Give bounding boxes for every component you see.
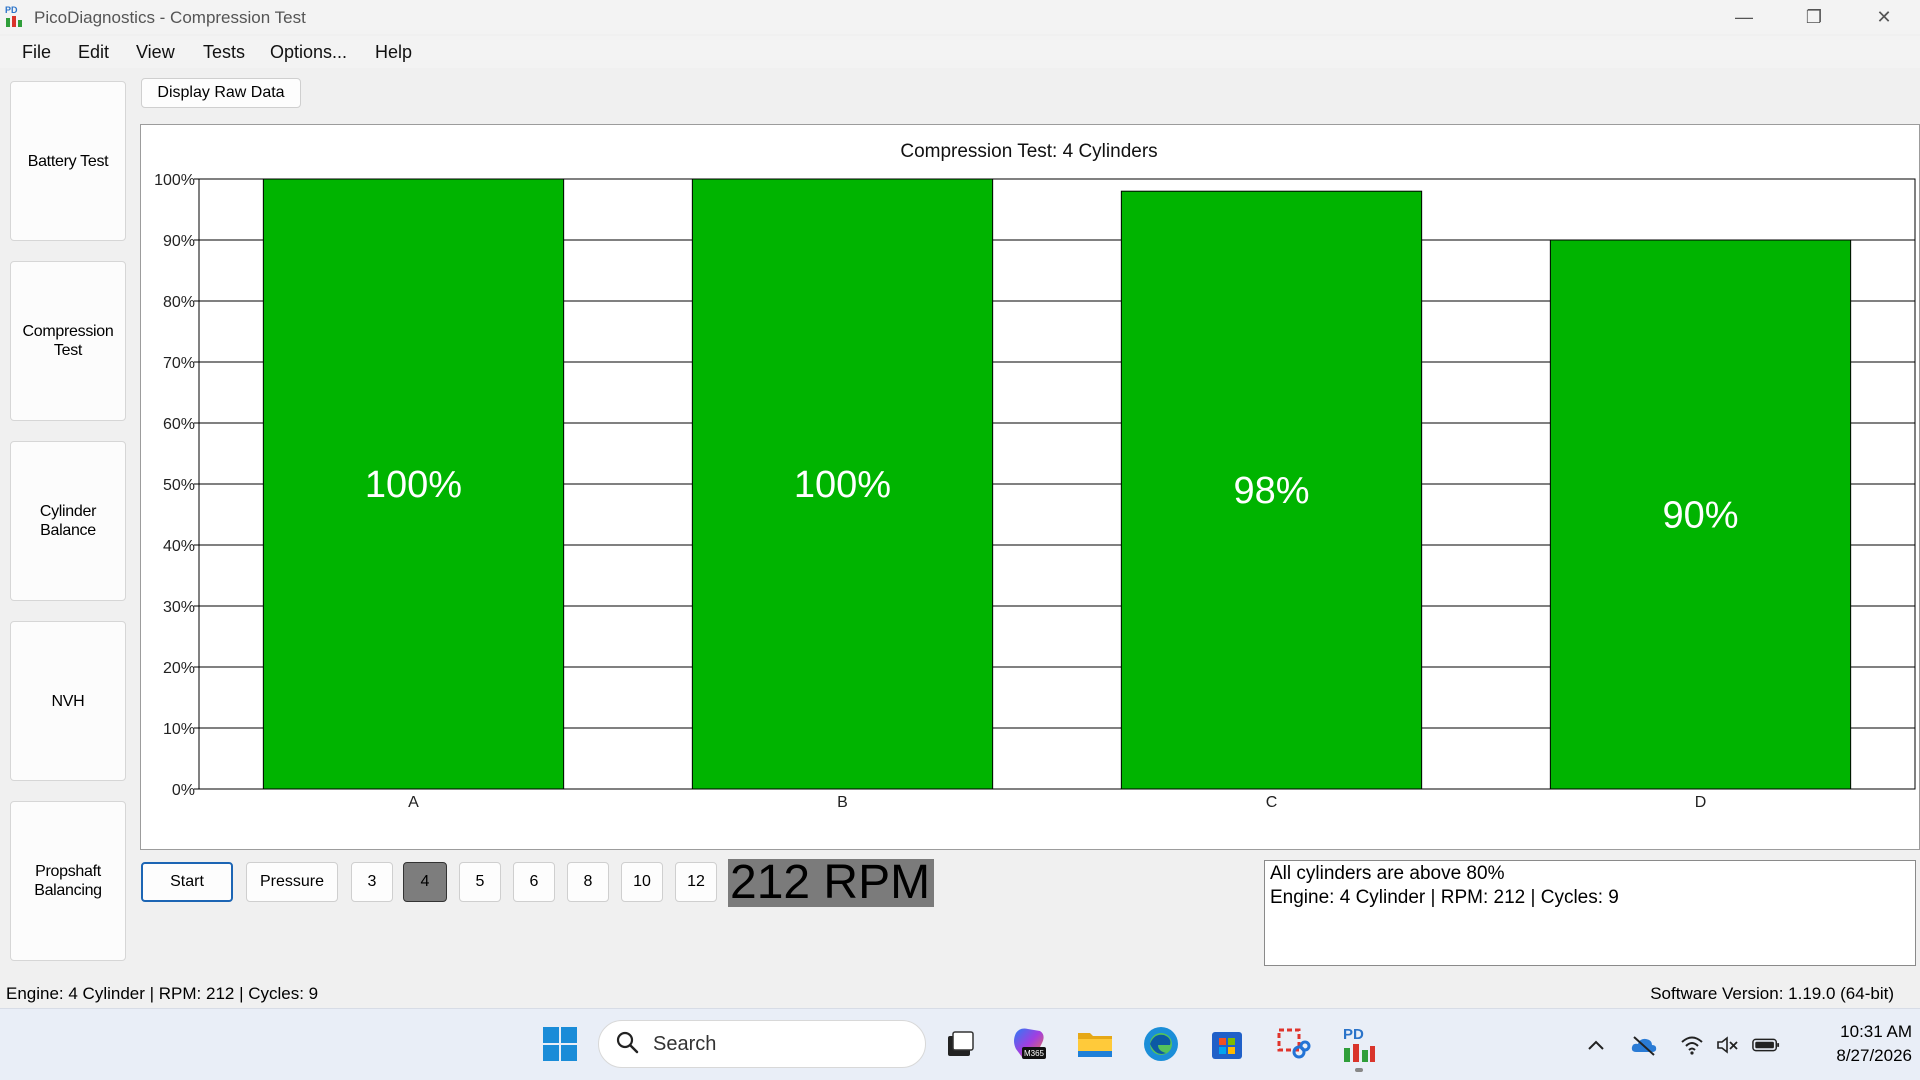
file-explorer-icon[interactable]	[1074, 1023, 1116, 1065]
result-details: Engine: 4 Cylinder | RPM: 212 | Cycles: …	[1270, 887, 1619, 908]
cylinders-6-button[interactable]: 6	[513, 862, 555, 902]
windows-start-icon[interactable]	[539, 1023, 581, 1065]
onedrive-icon[interactable]	[1630, 1032, 1658, 1058]
display-raw-data-button[interactable]: Display Raw Data	[141, 78, 301, 108]
bar-value-label: 98%	[1233, 470, 1309, 512]
copilot-badge: M365	[1024, 1049, 1045, 1058]
picodiagnostics-taskbar-icon[interactable]: PD	[1338, 1023, 1380, 1065]
cylinders-10-button[interactable]: 10	[621, 862, 663, 902]
taskbar-search[interactable]: Search	[598, 1020, 926, 1068]
show-hidden-icons-chevron-icon[interactable]	[1582, 1032, 1610, 1058]
status-engine-info: Engine: 4 Cylinder | RPM: 212 | Cycles: …	[6, 984, 319, 1003]
close-button[interactable]: ✕	[1854, 0, 1914, 34]
pressure-button[interactable]: Pressure	[246, 862, 338, 902]
chart-title: Compression Test: 4 Cylinders	[900, 141, 1157, 162]
cylinders-3-button[interactable]: 3	[351, 862, 393, 902]
y-tick-label: 20%	[163, 660, 195, 677]
menu-tests[interactable]: Tests	[203, 42, 245, 63]
y-tick-label: 50%	[163, 477, 195, 494]
result-summary: All cylinders are above 80%	[1270, 863, 1505, 884]
task-view-icon[interactable]	[940, 1023, 982, 1065]
y-tick-label: 30%	[163, 599, 195, 616]
rpm-display: 212 RPM	[728, 859, 934, 907]
cylinders-4-button[interactable]: 4	[403, 862, 447, 902]
result-textbox[interactable]: All cylinders are above 80% Engine: 4 Cy…	[1264, 860, 1916, 966]
battery-icon[interactable]	[1752, 1032, 1780, 1058]
cylinder-balance-button[interactable]: Cylinder Balance	[10, 441, 126, 601]
snipping-tool-icon[interactable]	[1272, 1023, 1314, 1065]
pd-icon-text: PD	[1343, 1026, 1364, 1043]
chart-panel: Compression Test: 4 Cylinders 0% 10% 20% 30…	[140, 124, 1920, 850]
menu-edit[interactable]: Edit	[78, 42, 109, 63]
y-tick-label: 80%	[163, 294, 195, 311]
copilot-m365-icon[interactable]: M365	[1008, 1023, 1050, 1065]
menu-bar: File Edit View Tests Options... Help	[0, 36, 1920, 68]
title-bar: PD PicoDiagnostics - Compression Test — …	[0, 0, 1920, 34]
y-tick-label: 90%	[163, 233, 195, 250]
cylinders-12-button[interactable]: 12	[675, 862, 717, 902]
compression-chart: Compression Test: 4 Cylinders 0% 10% 20% 30…	[154, 141, 1916, 811]
battery-test-button[interactable]: Battery Test	[10, 81, 126, 241]
app-icon: PD	[4, 4, 26, 28]
y-tick-label: 40%	[163, 538, 195, 555]
clock-date: 8/27/2026	[1836, 1046, 1912, 1065]
search-placeholder: Search	[653, 1032, 717, 1055]
wifi-icon[interactable]	[1678, 1032, 1706, 1058]
propshaft-balancing-button[interactable]: Propshaft Balancing	[10, 801, 126, 961]
x-tick-label: B	[837, 794, 848, 811]
x-tick-label: A	[408, 794, 419, 811]
edge-browser-icon[interactable]	[1140, 1023, 1182, 1065]
y-tick-label: 0%	[172, 782, 195, 799]
svg-text:PD: PD	[5, 5, 18, 15]
compression-test-button[interactable]: Compression Test	[10, 261, 126, 421]
nvh-button[interactable]: NVH	[10, 621, 126, 781]
y-tick-label: 10%	[163, 721, 195, 738]
menu-view[interactable]: View	[136, 42, 175, 63]
clock-time: 10:31 AM	[1840, 1022, 1912, 1041]
status-software-version: Software Version: 1.19.0 (64-bit)	[1650, 984, 1894, 1003]
menu-file[interactable]: File	[22, 42, 51, 63]
bar-value-label: 90%	[1662, 495, 1738, 537]
start-button[interactable]: Start	[141, 862, 233, 902]
cylinders-5-button[interactable]: 5	[459, 862, 501, 902]
y-tick-label: 100%	[154, 172, 195, 189]
volume-muted-icon[interactable]	[1714, 1032, 1742, 1058]
window-title: PicoDiagnostics - Compression Test	[34, 8, 306, 27]
menu-help[interactable]: Help	[375, 42, 412, 63]
y-tick-label: 70%	[163, 355, 195, 372]
menu-options[interactable]: Options...	[270, 42, 347, 63]
cylinders-8-button[interactable]: 8	[567, 862, 609, 902]
x-tick-label: D	[1695, 794, 1707, 811]
system-clock[interactable]: 10:31 AM 8/27/2026	[1800, 1020, 1912, 1068]
microsoft-store-icon[interactable]	[1206, 1023, 1248, 1065]
search-icon	[615, 1030, 639, 1058]
minimize-button[interactable]: —	[1714, 0, 1774, 34]
bar-value-label: 100%	[365, 464, 462, 506]
x-tick-label: C	[1266, 794, 1278, 811]
maximize-button[interactable]: ❐	[1784, 0, 1844, 34]
bar-value-label: 100%	[794, 464, 891, 506]
y-tick-label: 60%	[163, 416, 195, 433]
active-app-indicator	[1355, 1068, 1363, 1072]
